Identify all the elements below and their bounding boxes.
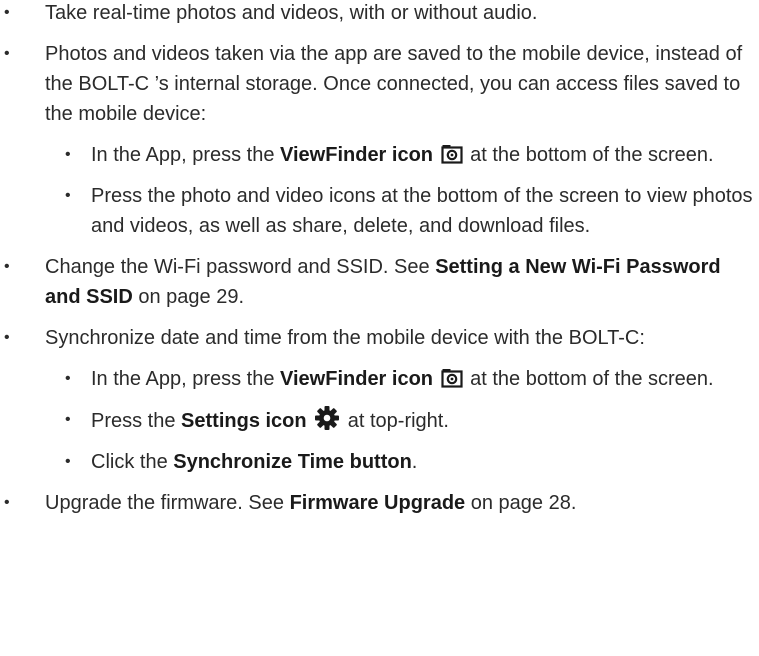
- sub-list: In the App, press the ViewFinder icon at…: [45, 364, 759, 477]
- list-item: Change the Wi-Fi password and SSID. See …: [0, 252, 759, 312]
- list-item: Take real-time photos and videos, with o…: [0, 0, 759, 28]
- camera-icon: [440, 369, 463, 388]
- ui-term: ViewFinder icon: [280, 144, 434, 166]
- ui-term: Settings icon: [181, 410, 307, 432]
- sub-list-item: Press the photo and video icons at the b…: [45, 181, 759, 241]
- sub-list-item: In the App, press the ViewFinder icon at…: [45, 140, 759, 170]
- ui-term: ViewFinder icon: [280, 368, 434, 390]
- item-text: Synchronize date and time from the mobil…: [45, 327, 645, 349]
- list-item: Synchronize date and time from the mobil…: [0, 323, 759, 477]
- camera-icon: [440, 145, 463, 164]
- sub-list-item: Press the Settings icon: [45, 405, 759, 436]
- feature-list: Take real-time photos and videos, with o…: [0, 0, 759, 518]
- sub-list-item: Click the Synchronize Time button.: [45, 447, 759, 477]
- ui-term: Synchronize Time button: [173, 451, 412, 473]
- cross-reference: Firmware Upgrade: [289, 492, 466, 514]
- sub-list: In the App, press the ViewFinder icon at…: [45, 140, 759, 241]
- list-item: Photos and videos taken via the app are …: [0, 39, 759, 241]
- document-page: Take real-time photos and videos, with o…: [0, 0, 759, 654]
- gear-icon: [315, 406, 340, 430]
- item-text: Take real-time photos and videos, with o…: [45, 2, 538, 24]
- item-text: Photos and videos taken via the app are …: [45, 43, 743, 125]
- list-item: Upgrade the firmware. See Firmware Upgra…: [0, 488, 759, 518]
- sub-list-item: In the App, press the ViewFinder icon at…: [45, 364, 759, 394]
